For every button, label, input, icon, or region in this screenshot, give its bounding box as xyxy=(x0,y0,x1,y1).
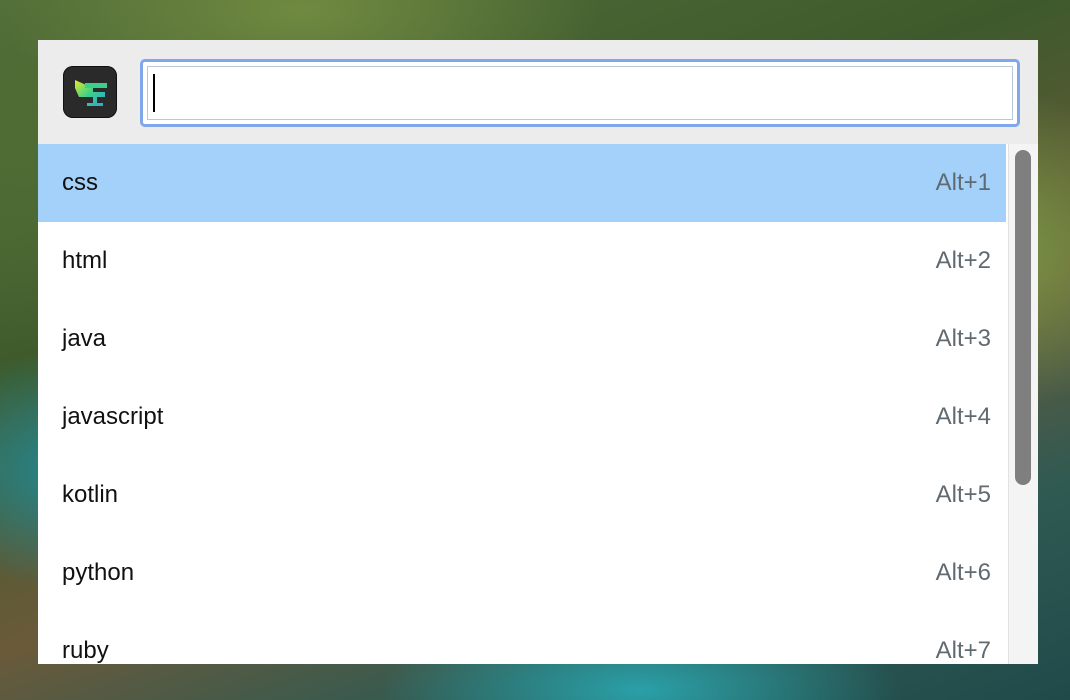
result-item[interactable]: html Alt+2 xyxy=(38,222,1006,300)
result-shortcut: Alt+3 xyxy=(935,325,991,352)
result-item[interactable]: kotlin Alt+5 xyxy=(38,456,1006,534)
search-bar xyxy=(38,40,1038,144)
result-label: java xyxy=(62,325,107,352)
result-label: html xyxy=(62,247,108,274)
result-item[interactable]: python Alt+6 xyxy=(38,534,1006,612)
app-logo-icon xyxy=(63,66,117,118)
result-shortcut: Alt+4 xyxy=(935,403,991,430)
result-item[interactable]: java Alt+3 xyxy=(38,300,1006,378)
scrollbar-thumb[interactable] xyxy=(1015,150,1031,485)
result-shortcut: Alt+6 xyxy=(935,559,991,586)
search-input[interactable] xyxy=(147,66,1013,120)
result-shortcut: Alt+1 xyxy=(935,169,991,196)
result-label: css xyxy=(62,169,98,196)
result-item[interactable]: ruby Alt+7 xyxy=(38,612,1006,664)
results-list: css Alt+1 html Alt+2 java Alt+3 javascript Alt+… xyxy=(38,144,1006,664)
scrollbar-track[interactable] xyxy=(1008,144,1038,664)
result-shortcut: Alt+5 xyxy=(935,481,991,508)
result-shortcut: Alt+2 xyxy=(935,247,991,274)
result-label: javascript xyxy=(62,403,164,430)
search-field-frame[interactable] xyxy=(140,59,1020,127)
result-label: kotlin xyxy=(62,481,119,508)
result-label: python xyxy=(62,559,135,586)
result-item[interactable]: javascript Alt+4 xyxy=(38,378,1006,456)
result-label: ruby xyxy=(62,637,109,664)
launcher-window: css Alt+1 html Alt+2 java Alt+3 javascript Alt+… xyxy=(38,40,1038,664)
result-shortcut: Alt+7 xyxy=(935,637,991,664)
result-item[interactable]: css Alt+1 xyxy=(38,144,1006,222)
text-caret xyxy=(153,74,155,112)
